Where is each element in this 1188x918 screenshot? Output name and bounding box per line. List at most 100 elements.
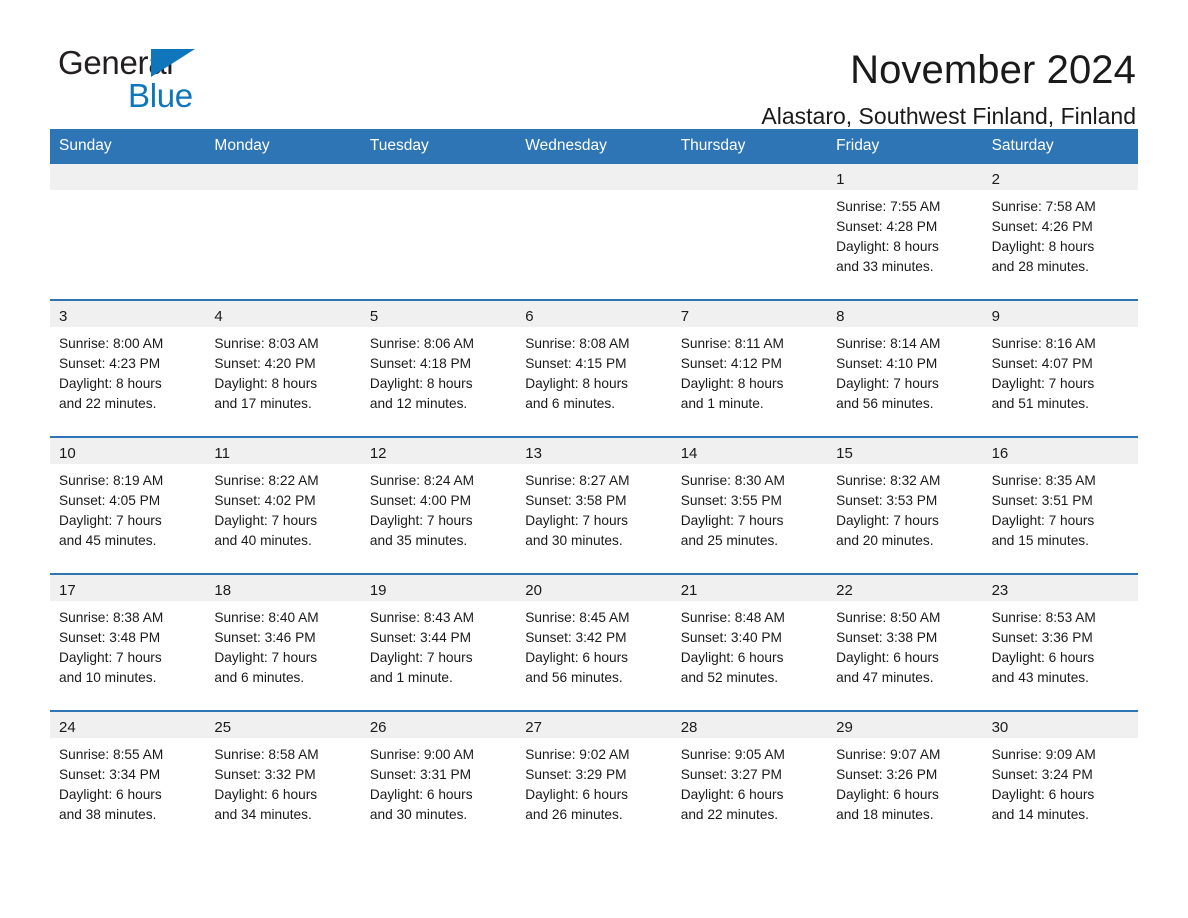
daylight-text-line1: Daylight: 7 hours [525,511,663,531]
day-details: Sunrise: 7:55 AMSunset: 4:28 PMDaylight:… [827,190,982,277]
calendar-week-row: 10Sunrise: 8:19 AMSunset: 4:05 PMDayligh… [50,436,1138,564]
day-number: 23 [983,575,1138,601]
calendar-grid: Sunday Monday Tuesday Wednesday Thursday… [50,129,1138,838]
day-cell[interactable]: 20Sunrise: 8:45 AMSunset: 3:42 PMDayligh… [516,575,671,701]
title-block: November 2024 Alastaro, Southwest Finlan… [761,46,1136,129]
page-header: General Blue November 2024 Alastaro, Sou… [0,0,1188,112]
daylight-text-line2: and 43 minutes. [992,668,1130,688]
sunset-text: Sunset: 3:38 PM [836,628,974,648]
generalblue-logo[interactable]: General Blue [58,46,258,116]
daylight-text-line2: and 25 minutes. [681,531,819,551]
daylight-text-line2: and 22 minutes. [59,394,197,414]
sunset-text: Sunset: 4:12 PM [681,354,819,374]
sunset-text: Sunset: 3:26 PM [836,765,974,785]
day-cell[interactable]: 9Sunrise: 8:16 AMSunset: 4:07 PMDaylight… [983,301,1138,427]
day-cell[interactable]: 29Sunrise: 9:07 AMSunset: 3:26 PMDayligh… [827,712,982,838]
day-details: Sunrise: 8:32 AMSunset: 3:53 PMDaylight:… [827,464,982,551]
sunrise-text: Sunrise: 8:16 AM [992,334,1130,354]
day-number: 2 [983,164,1138,190]
day-cell[interactable]: 26Sunrise: 9:00 AMSunset: 3:31 PMDayligh… [361,712,516,838]
day-details: Sunrise: 9:00 AMSunset: 3:31 PMDaylight:… [361,738,516,825]
day-details: Sunrise: 8:08 AMSunset: 4:15 PMDaylight:… [516,327,671,414]
daylight-text-line1: Daylight: 7 hours [681,511,819,531]
sunset-text: Sunset: 3:44 PM [370,628,508,648]
day-number: 22 [827,575,982,601]
day-cell[interactable]: 16Sunrise: 8:35 AMSunset: 3:51 PMDayligh… [983,438,1138,564]
week-spacer [50,564,1138,573]
day-cell[interactable]: 6Sunrise: 8:08 AMSunset: 4:15 PMDaylight… [516,301,671,427]
daylight-text-line2: and 52 minutes. [681,668,819,688]
daylight-text-line1: Daylight: 8 hours [681,374,819,394]
sunrise-text: Sunrise: 8:06 AM [370,334,508,354]
day-cell[interactable]: 17Sunrise: 8:38 AMSunset: 3:48 PMDayligh… [50,575,205,701]
daylight-text-line1: Daylight: 6 hours [836,785,974,805]
day-details: Sunrise: 8:50 AMSunset: 3:38 PMDaylight:… [827,601,982,688]
daylight-text-line1: Daylight: 8 hours [214,374,352,394]
daylight-text-line2: and 18 minutes. [836,805,974,825]
day-cell[interactable]: 12Sunrise: 8:24 AMSunset: 4:00 PMDayligh… [361,438,516,564]
day-number: 13 [516,438,671,464]
daylight-text-line1: Daylight: 6 hours [681,785,819,805]
day-cell[interactable]: 25Sunrise: 8:58 AMSunset: 3:32 PMDayligh… [205,712,360,838]
day-cell[interactable]: 1Sunrise: 7:55 AMSunset: 4:28 PMDaylight… [827,164,982,290]
daylight-text-line1: Daylight: 6 hours [214,785,352,805]
sunset-text: Sunset: 3:40 PM [681,628,819,648]
day-cell[interactable]: 21Sunrise: 8:48 AMSunset: 3:40 PMDayligh… [672,575,827,701]
calendar-weeks: 1Sunrise: 7:55 AMSunset: 4:28 PMDaylight… [50,164,1138,838]
day-cell[interactable]: 19Sunrise: 8:43 AMSunset: 3:44 PMDayligh… [361,575,516,701]
day-cell[interactable]: 11Sunrise: 8:22 AMSunset: 4:02 PMDayligh… [205,438,360,564]
sunrise-text: Sunrise: 9:07 AM [836,745,974,765]
day-details: Sunrise: 8:48 AMSunset: 3:40 PMDaylight:… [672,601,827,688]
day-cell[interactable]: 13Sunrise: 8:27 AMSunset: 3:58 PMDayligh… [516,438,671,564]
day-number: 27 [516,712,671,738]
day-cell[interactable]: 5Sunrise: 8:06 AMSunset: 4:18 PMDaylight… [361,301,516,427]
daylight-text-line2: and 1 minute. [370,668,508,688]
day-cell[interactable]: 3Sunrise: 8:00 AMSunset: 4:23 PMDaylight… [50,301,205,427]
day-cell[interactable]: 4Sunrise: 8:03 AMSunset: 4:20 PMDaylight… [205,301,360,427]
sunrise-text: Sunrise: 8:50 AM [836,608,974,628]
week-spacer [50,701,1138,710]
day-number: 8 [827,301,982,327]
day-cell[interactable]: 28Sunrise: 9:05 AMSunset: 3:27 PMDayligh… [672,712,827,838]
day-cell[interactable]: 30Sunrise: 9:09 AMSunset: 3:24 PMDayligh… [983,712,1138,838]
daylight-text-line2: and 26 minutes. [525,805,663,825]
daylight-text-line2: and 30 minutes. [525,531,663,551]
sunrise-text: Sunrise: 8:11 AM [681,334,819,354]
daylight-text-line1: Daylight: 7 hours [59,511,197,531]
daylight-text-line2: and 45 minutes. [59,531,197,551]
sunset-text: Sunset: 3:32 PM [214,765,352,785]
weekday-saturday: Saturday [983,129,1138,164]
day-details: Sunrise: 8:55 AMSunset: 3:34 PMDaylight:… [50,738,205,825]
day-cell[interactable]: 23Sunrise: 8:53 AMSunset: 3:36 PMDayligh… [983,575,1138,701]
day-cell[interactable]: 18Sunrise: 8:40 AMSunset: 3:46 PMDayligh… [205,575,360,701]
day-number: 4 [205,301,360,327]
day-cell[interactable]: 27Sunrise: 9:02 AMSunset: 3:29 PMDayligh… [516,712,671,838]
sunset-text: Sunset: 3:42 PM [525,628,663,648]
day-details: Sunrise: 8:03 AMSunset: 4:20 PMDaylight:… [205,327,360,414]
daylight-text-line2: and 1 minute. [681,394,819,414]
daylight-text-line2: and 17 minutes. [214,394,352,414]
day-number: 7 [672,301,827,327]
day-details: Sunrise: 8:22 AMSunset: 4:02 PMDaylight:… [205,464,360,551]
day-cell[interactable]: 22Sunrise: 8:50 AMSunset: 3:38 PMDayligh… [827,575,982,701]
day-number: 24 [50,712,205,738]
day-number: 16 [983,438,1138,464]
day-cell[interactable]: 15Sunrise: 8:32 AMSunset: 3:53 PMDayligh… [827,438,982,564]
day-cell[interactable]: 14Sunrise: 8:30 AMSunset: 3:55 PMDayligh… [672,438,827,564]
weekday-thursday: Thursday [672,129,827,164]
day-details: Sunrise: 8:53 AMSunset: 3:36 PMDaylight:… [983,601,1138,688]
day-cell[interactable]: 10Sunrise: 8:19 AMSunset: 4:05 PMDayligh… [50,438,205,564]
day-cell[interactable]: 24Sunrise: 8:55 AMSunset: 3:34 PMDayligh… [50,712,205,838]
day-number: 21 [672,575,827,601]
sunrise-text: Sunrise: 9:00 AM [370,745,508,765]
day-cell[interactable]: 8Sunrise: 8:14 AMSunset: 4:10 PMDaylight… [827,301,982,427]
day-details: Sunrise: 8:58 AMSunset: 3:32 PMDaylight:… [205,738,360,825]
day-details: Sunrise: 8:19 AMSunset: 4:05 PMDaylight:… [50,464,205,551]
sunset-text: Sunset: 3:48 PM [59,628,197,648]
sunrise-text: Sunrise: 8:27 AM [525,471,663,491]
day-cell[interactable]: 2Sunrise: 7:58 AMSunset: 4:26 PMDaylight… [983,164,1138,290]
day-number: 1 [827,164,982,190]
day-cell[interactable]: 7 Sunrise: 8:11 AMSunset: 4:12 PMDaylight… [672,301,827,427]
day-details: Sunrise: 8:27 AMSunset: 3:58 PMDaylight:… [516,464,671,551]
sunset-text: Sunset: 4:20 PM [214,354,352,374]
